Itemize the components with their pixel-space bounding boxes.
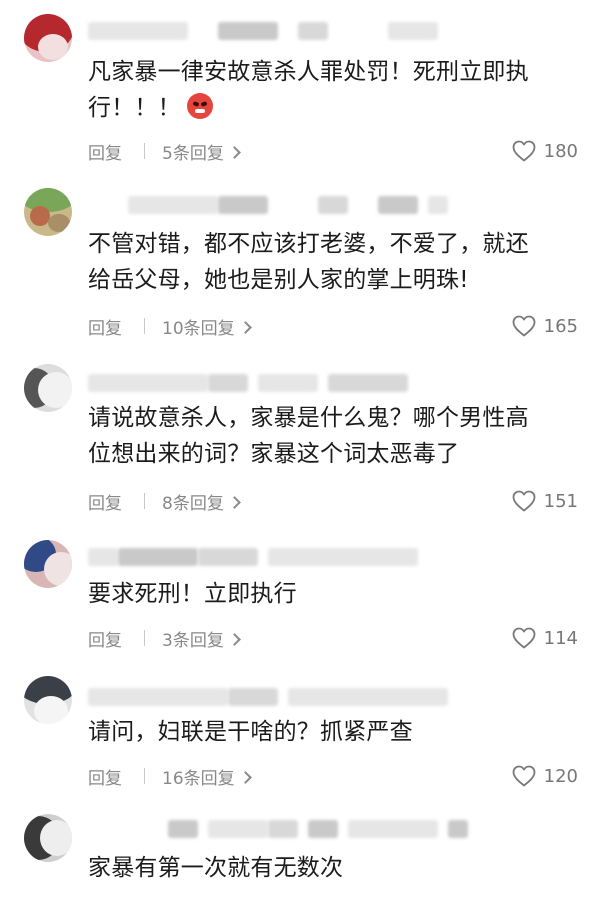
comment-actions: 回复 16条回复 120 — [88, 762, 578, 790]
avatar[interactable] — [24, 364, 72, 412]
username-blurred — [88, 546, 468, 568]
heart-outline-icon — [512, 490, 536, 512]
comment-actions: 回复 8条回复 151 — [88, 487, 578, 515]
comment-actions: 回复 10条回复 165 — [88, 312, 578, 340]
replies-count-label: 16条回复 — [162, 769, 235, 789]
replies-count-label: 10条回复 — [162, 319, 235, 339]
replies-count-label: 5条回复 — [162, 144, 224, 164]
username-blurred — [88, 686, 468, 708]
avatar[interactable] — [24, 14, 72, 62]
like-button[interactable]: 120 — [512, 762, 578, 790]
comment-text: 要求死刑！立即执行 — [88, 576, 588, 612]
divider — [144, 493, 145, 509]
username-blurred — [88, 194, 468, 216]
comment-line: 不管对错，都不应该打老婆，不爱了，就还 — [88, 231, 529, 257]
reply-button[interactable]: 回复 — [88, 626, 122, 651]
comment-line: 要求死刑！立即执行 — [88, 581, 297, 607]
divider — [144, 318, 145, 334]
avatar[interactable] — [24, 814, 72, 862]
like-count: 165 — [543, 315, 578, 337]
comment-line: 请说故意杀人，家暴是什么鬼？哪个男性高 — [88, 405, 529, 431]
view-replies-link[interactable]: 16条回复 — [162, 764, 252, 789]
heart-outline-icon — [512, 765, 536, 787]
comment-line: 行！！！ — [88, 90, 588, 126]
chevron-right-icon — [238, 771, 252, 784]
comment-line: 位想出来的词？家暴这个词太恶毒了 — [88, 441, 460, 467]
comment-line: 凡家暴一律安故意杀人罪处罚！死刑立即执 — [88, 59, 529, 85]
angry-face-icon — [186, 93, 213, 119]
reply-button[interactable]: 回复 — [88, 764, 122, 789]
comment-text: 请说故意杀人，家暴是什么鬼？哪个男性高 位想出来的词？家暴这个词太恶毒了 — [88, 400, 588, 472]
like-button[interactable]: 165 — [512, 312, 578, 340]
view-replies-link[interactable]: 3条回复 — [162, 626, 241, 651]
chevron-right-icon — [227, 146, 241, 159]
comment-text: 请问，妇联是干啥的？抓紧严查 — [88, 714, 588, 750]
comment-text: 不管对错，都不应该打老婆，不爱了，就还 给岳父母，她也是别人家的掌上明珠! — [88, 226, 588, 298]
chevron-right-icon — [238, 321, 252, 334]
avatar[interactable] — [24, 188, 72, 236]
avatar[interactable] — [24, 540, 72, 588]
like-count: 120 — [543, 765, 578, 787]
comment-line: 请问，妇联是干啥的？抓紧严查 — [88, 719, 413, 745]
view-replies-link[interactable]: 10条回复 — [162, 314, 252, 339]
comment-line: 给岳父母，她也是别人家的掌上明珠! — [88, 267, 469, 293]
comment-actions: 回复 5条回复 180 — [88, 137, 578, 165]
replies-count-label: 3条回复 — [162, 631, 224, 651]
username-blurred — [88, 818, 468, 840]
like-button[interactable]: 180 — [512, 137, 578, 165]
like-button[interactable]: 114 — [512, 624, 578, 652]
replies-count-label: 8条回复 — [162, 494, 224, 514]
divider — [144, 143, 145, 159]
comment-actions: 回复 3条回复 114 — [88, 624, 578, 652]
view-replies-link[interactable]: 8条回复 — [162, 489, 241, 514]
avatar[interactable] — [24, 676, 72, 724]
reply-button[interactable]: 回复 — [88, 489, 122, 514]
like-count: 180 — [543, 140, 578, 162]
divider — [144, 768, 145, 784]
username-blurred — [88, 20, 468, 42]
like-count: 114 — [543, 627, 578, 649]
like-count: 151 — [543, 490, 578, 512]
heart-outline-icon — [512, 315, 536, 337]
chevron-right-icon — [227, 633, 241, 646]
username-blurred — [88, 372, 468, 394]
view-replies-link[interactable]: 5条回复 — [162, 139, 241, 164]
reply-button[interactable]: 回复 — [88, 139, 122, 164]
divider — [144, 630, 145, 646]
comment-line: 家暴有第一次就有无数次 — [88, 855, 344, 881]
reply-button[interactable]: 回复 — [88, 314, 122, 339]
chevron-right-icon — [227, 496, 241, 509]
heart-outline-icon — [512, 140, 536, 162]
heart-outline-icon — [512, 627, 536, 649]
comment-text: 家暴有第一次就有无数次 — [88, 850, 588, 886]
like-button[interactable]: 151 — [512, 487, 578, 515]
comment-text: 凡家暴一律安故意杀人罪处罚！死刑立即执 行！！！ — [88, 54, 588, 126]
